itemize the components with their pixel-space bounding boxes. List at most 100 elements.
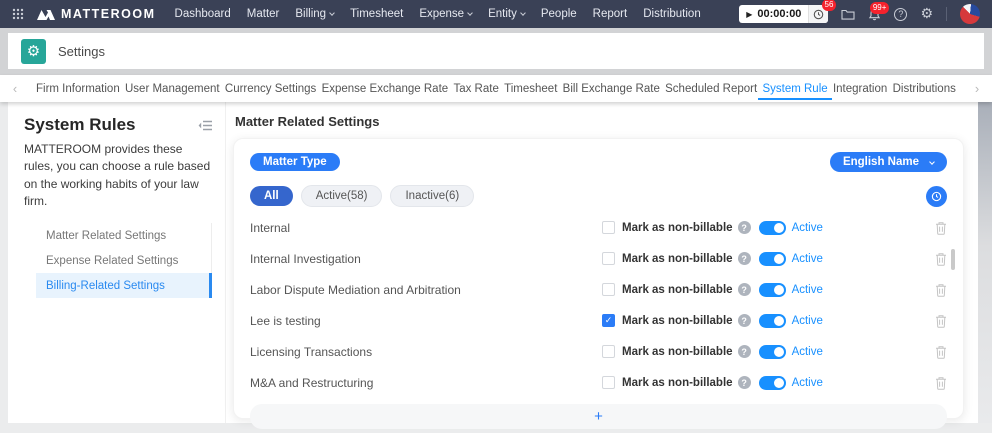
nav-item-people[interactable]: People [541,8,577,20]
divider [946,7,947,21]
section-title: Matter Related Settings [235,114,964,129]
language-selector[interactable]: English Name [830,152,947,172]
table-row: Internal Mark as non-billable ? Active [250,212,947,243]
history-icon[interactable] [926,186,947,207]
tab-tax-rate[interactable]: Tax Rate [451,77,500,100]
system-rules-sidebar: System Rules MATTEROOM provides these ru… [8,102,225,423]
trash-icon[interactable] [935,252,947,266]
non-billable-checkbox[interactable] [602,314,615,327]
table-row: Internal Investigation Mark as non-billa… [250,243,947,274]
tabs-scroll-right-icon[interactable]: › [970,81,984,96]
tab-distributions[interactable]: Distributions [891,77,958,100]
matter-type-badge: Matter Type [250,153,340,171]
matteroom-logo[interactable]: MATTEROOM [37,7,156,21]
help-icon[interactable]: ? [738,376,751,389]
nav-menu: Dashboard Matter Billing Timesheet Expen… [175,8,701,20]
tab-timesheet[interactable]: Timesheet [502,77,559,100]
active-status-label: Active [792,253,823,265]
non-billable-checkbox[interactable] [602,221,615,234]
non-billable-label: Mark as non-billable [622,377,733,389]
help-icon[interactable]: ? [738,221,751,234]
active-toggle[interactable] [759,283,786,297]
gear-icon[interactable]: ⚙ [920,7,933,21]
matter-type-name: Internal Investigation [250,252,602,266]
matter-type-name: Labor Dispute Mediation and Arbitration [250,283,602,297]
active-toggle[interactable] [759,314,786,328]
collapse-sidebar-icon[interactable] [198,118,212,136]
tab-system-rule[interactable]: System Rule [760,77,829,100]
settings-header: ⚙ Settings [8,33,984,69]
trash-icon[interactable] [935,221,947,235]
matter-type-name: M&A and Restructuring [250,376,602,390]
logo-mark [37,9,55,20]
active-status-label: Active [792,284,823,296]
nav-item-report[interactable]: Report [593,8,628,20]
filter-all[interactable]: All [250,186,293,206]
nav-item-billing[interactable]: Billing [295,8,334,20]
top-nav: MATTEROOM Dashboard Matter Billing Times… [0,0,992,28]
filter-inactive[interactable]: Inactive(6) [390,185,474,207]
sidebar-item-matter-related-settings[interactable]: Matter Related Settings [36,223,211,248]
help-icon[interactable]: ? [738,314,751,327]
chevron-down-icon [467,10,473,16]
tab-user-management[interactable]: User Management [123,77,222,100]
tabs-scroll-left-icon[interactable]: ‹ [8,81,22,96]
tab-integration[interactable]: Integration [831,77,889,100]
settings-gear-icon: ⚙ [21,39,46,64]
tab-scheduled-report[interactable]: Scheduled Report [663,77,759,100]
tab-currency-settings[interactable]: Currency Settings [223,77,318,100]
active-toggle[interactable] [759,345,786,359]
sidebar-item-billing-related-settings[interactable]: Billing-Related Settings [36,273,212,298]
active-toggle[interactable] [759,376,786,390]
non-billable-checkbox[interactable] [602,283,615,296]
chevron-down-icon [929,159,935,165]
nav-item-timesheet[interactable]: Timesheet [350,8,403,20]
filter-active[interactable]: Active(58) [301,185,383,207]
active-toggle[interactable] [759,221,786,235]
avatar[interactable] [960,4,980,24]
active-toggle[interactable] [759,252,786,266]
trash-icon[interactable] [935,283,947,297]
sidebar-menu: Matter Related Settings Expense Related … [36,223,212,298]
page-scroll-gutter [978,102,992,423]
table-row: Lee is testing Mark as non-billable ? Ac… [250,305,947,336]
add-matter-type-button[interactable]: + [250,404,947,429]
non-billable-label: Mark as non-billable [622,346,733,358]
notifications-badge: 99+ [870,2,890,14]
filter-row: All Active(58) Inactive(6) [250,185,947,207]
trash-icon[interactable] [935,376,947,390]
table-row: Licensing Transactions Mark as non-billa… [250,336,947,367]
nav-item-entity[interactable]: Entity [488,8,525,20]
apps-grid-icon[interactable] [12,8,24,20]
help-icon[interactable]: ? [738,345,751,358]
sidebar-item-expense-related-settings[interactable]: Expense Related Settings [36,248,211,273]
non-billable-checkbox[interactable] [602,252,615,265]
trash-icon[interactable] [935,345,947,359]
timer-widget[interactable]: ▶ 00:00:00 56 [739,5,828,23]
list-scrollbar[interactable] [951,249,955,270]
non-billable-checkbox[interactable] [602,345,615,358]
active-status-label: Active [792,377,823,389]
nav-item-distribution[interactable]: Distribution [643,8,701,20]
tab-bill-exchange-rate[interactable]: Bill Exchange Rate [561,77,662,100]
trash-icon[interactable] [935,314,947,328]
help-icon[interactable]: ? [738,283,751,296]
main-panel: Matter Related Settings Matter Type Engl… [225,102,978,423]
tab-firm-information[interactable]: Firm Information [34,77,122,100]
timer-value: 00:00:00 [757,8,801,20]
play-icon[interactable]: ▶ [746,10,752,19]
chevron-down-icon [329,10,335,16]
content-area: System Rules MATTEROOM provides these ru… [8,102,992,423]
matter-type-list: Internal Mark as non-billable ? Active I… [250,212,947,398]
nav-item-expense[interactable]: Expense [419,8,472,20]
matter-type-name: Internal [250,221,602,235]
bell-icon[interactable]: 99+ [868,8,881,21]
help-icon[interactable]: ? [894,8,907,21]
nav-item-dashboard[interactable]: Dashboard [175,8,231,20]
tab-expense-exchange-rate[interactable]: Expense Exchange Rate [320,77,451,100]
folder-icon[interactable] [841,8,855,20]
non-billable-checkbox[interactable] [602,376,615,389]
settings-band: ⚙ Settings [0,28,992,75]
help-icon[interactable]: ? [738,252,751,265]
nav-item-matter[interactable]: Matter [247,8,280,20]
